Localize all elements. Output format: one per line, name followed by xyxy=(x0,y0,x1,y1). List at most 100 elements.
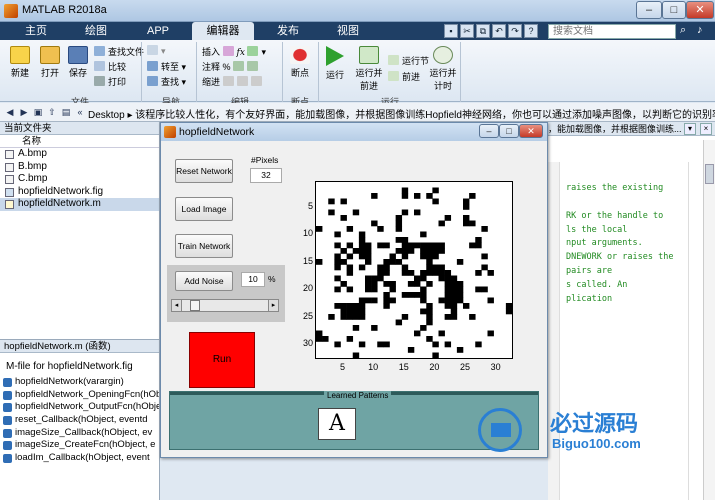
black-pixel xyxy=(420,231,427,238)
figure-maximize-button[interactable]: □ xyxy=(499,124,519,138)
run-section-button[interactable]: 运行节 xyxy=(388,54,429,67)
cut-quick-icon[interactable]: ✂ xyxy=(460,24,474,38)
find-files-button[interactable]: 查找文件 xyxy=(94,45,144,58)
black-pixel xyxy=(469,220,476,227)
file-item[interactable]: C.bmp xyxy=(0,173,159,186)
black-pixel xyxy=(346,336,354,342)
slider-right-arrow-icon[interactable]: ▸ xyxy=(268,300,278,311)
current-path[interactable]: Desktop ▸ 该程序比较人性化，有个友好界面，能加载图像，并根据图像训练H… xyxy=(88,106,715,121)
editor-close-icon[interactable]: × xyxy=(700,123,712,135)
compare-button[interactable]: 比较 xyxy=(94,60,126,73)
editor-menu-icon[interactable]: ▾ xyxy=(684,123,696,135)
browse-folder-icon[interactable]: ▤ xyxy=(60,106,72,118)
train-network-button[interactable]: Train Network xyxy=(175,234,233,258)
redo-quick-icon[interactable]: ↷ xyxy=(508,24,522,38)
advance-button[interactable]: 前进 xyxy=(388,70,420,83)
folder-up-icon[interactable]: ⇧ xyxy=(46,106,58,118)
file-item[interactable]: A.bmp xyxy=(0,148,159,161)
black-pixel xyxy=(371,281,378,287)
indent-button[interactable]: 缩进 xyxy=(202,75,265,88)
file-item[interactable]: B.bmp xyxy=(0,161,159,174)
black-pixel xyxy=(383,270,390,276)
function-item[interactable]: reset_Callback(hObject, eventd xyxy=(0,414,159,427)
compare-icon xyxy=(94,61,105,71)
tab-home[interactable]: 主页 xyxy=(12,22,60,40)
search-documentation-input[interactable] xyxy=(548,24,676,39)
tab-editor[interactable]: 编辑器 xyxy=(192,22,254,40)
save-quick-icon[interactable]: ▪ xyxy=(444,24,458,38)
figure-close-button[interactable]: ✕ xyxy=(519,124,543,138)
comment-button[interactable]: 注释 % xyxy=(202,60,261,73)
code-lines[interactable]: raises the existing RK or the handle to … xyxy=(566,182,673,306)
undo-quick-icon[interactable]: ↶ xyxy=(492,24,506,38)
insert-button[interactable]: 插入 fx ▾ xyxy=(202,45,266,58)
function-item[interactable]: hopfieldNetwork(varargin) xyxy=(0,376,159,389)
nav-back-button[interactable]: ▾ xyxy=(147,45,166,57)
black-pixel xyxy=(401,248,409,254)
x-tick-label: 20 xyxy=(429,362,440,372)
tab-view[interactable]: 视图 xyxy=(324,22,372,40)
noise-slider[interactable]: ◂ ▸ xyxy=(171,299,279,312)
file-item-selected[interactable]: hopfieldNetwork.m xyxy=(0,198,159,211)
back-arrow-icon[interactable]: ◀ xyxy=(4,106,16,118)
learned-pattern-a[interactable]: A xyxy=(318,408,356,440)
run-and-advance-button[interactable]: 运行并前进 xyxy=(352,46,386,92)
black-pixel xyxy=(475,237,482,243)
noise-percent-input[interactable]: 10 xyxy=(241,272,265,287)
slider-left-arrow-icon[interactable]: ◂ xyxy=(172,300,182,311)
copy-quick-icon[interactable]: ⧉ xyxy=(476,24,490,38)
function-item[interactable]: hopfieldNetwork_OpeningFcn(hObject xyxy=(0,389,159,402)
black-pixel xyxy=(352,308,360,315)
function-icon xyxy=(3,403,12,413)
run-button[interactable]: 运行 xyxy=(322,46,348,81)
pixels-input[interactable]: 32 xyxy=(250,168,282,183)
run-and-time-button[interactable]: 运行并计时 xyxy=(428,46,458,92)
maximize-button[interactable]: □ xyxy=(662,1,686,19)
black-pixel xyxy=(456,259,464,265)
run-network-button[interactable]: Run xyxy=(189,332,255,388)
close-button[interactable]: ✕ xyxy=(686,1,714,19)
slider-thumb[interactable] xyxy=(189,300,200,311)
function-item[interactable]: imageSize_CreateFcn(hObject, e xyxy=(0,439,159,452)
goto-button[interactable]: 转至 ▾ xyxy=(147,60,186,73)
add-noise-button[interactable]: Add Noise xyxy=(175,271,233,291)
black-pixel xyxy=(358,253,366,260)
load-image-button[interactable]: Load Image xyxy=(175,197,233,221)
chevron-left-icon[interactable]: « xyxy=(74,106,86,118)
reset-network-button[interactable]: Reset Network xyxy=(175,159,233,183)
notification-bell-icon[interactable]: ♪ xyxy=(697,24,711,38)
file-item[interactable]: hopfieldNetwork.fig xyxy=(0,186,159,199)
scrollbar-thumb[interactable] xyxy=(705,164,714,184)
black-pixel xyxy=(340,198,347,205)
black-pixel xyxy=(487,330,494,337)
black-pixel xyxy=(358,237,366,243)
tab-apps[interactable]: APP xyxy=(134,22,182,40)
function-item[interactable]: hopfieldNetwork_OutputFcn(hObject xyxy=(0,401,159,414)
tab-plots[interactable]: 绘图 xyxy=(72,22,120,40)
forward-arrow-icon[interactable]: ▶ xyxy=(18,106,30,118)
new-button[interactable]: 新建 xyxy=(6,46,34,79)
name-column-header[interactable]: 名称 xyxy=(0,135,159,148)
print-button[interactable]: 打印 xyxy=(94,75,126,88)
function-item[interactable]: imageSize_Callback(hObject, ev xyxy=(0,427,159,440)
find-button[interactable]: 查找 ▾ xyxy=(147,75,186,88)
help-quick-icon[interactable]: ? xyxy=(524,24,538,38)
minimize-button[interactable]: – xyxy=(636,1,662,19)
folder-icon[interactable]: ▣ xyxy=(32,106,44,118)
breakpoints-button[interactable]: 断点 xyxy=(286,46,314,79)
black-pixel xyxy=(401,242,409,249)
figure-minimize-button[interactable]: – xyxy=(479,124,499,138)
black-pixel xyxy=(438,220,445,227)
black-pixel xyxy=(340,259,347,265)
black-pixel xyxy=(377,264,384,271)
function-item[interactable]: loadIm_Callback(hObject, event xyxy=(0,452,159,465)
fx-icon[interactable]: fx xyxy=(237,48,245,58)
search-icon[interactable]: ⌕ xyxy=(680,24,694,38)
black-pixel xyxy=(475,286,482,293)
save-button[interactable]: 保存 xyxy=(64,46,92,79)
tab-publish[interactable]: 发布 xyxy=(264,22,312,40)
editor-scrollbar[interactable] xyxy=(703,140,715,500)
black-pixel xyxy=(426,281,433,287)
open-button[interactable]: 打开 xyxy=(36,46,64,79)
black-pixel xyxy=(456,281,464,287)
